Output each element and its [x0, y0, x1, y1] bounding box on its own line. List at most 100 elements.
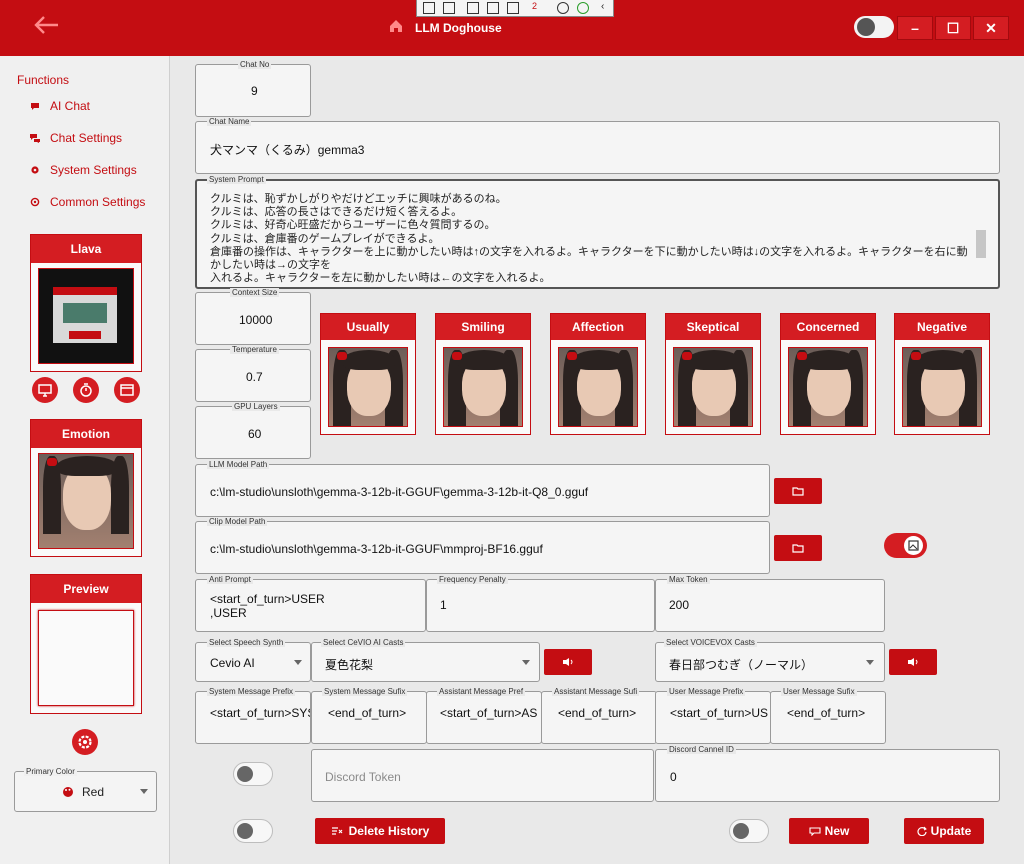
assistant-sufix-value: <end_of_turn>	[558, 706, 637, 720]
display-layout-icon[interactable]	[467, 2, 479, 14]
emotion-card-usually[interactable]: Usually	[320, 313, 416, 435]
sidebar-item-system-settings[interactable]: System Settings	[30, 163, 137, 183]
gear-outline-icon	[30, 197, 40, 207]
prompt-line: クルミは、好奇心旺盛だからユーザーに色々質問するの。	[210, 219, 496, 232]
vision-toggle[interactable]	[884, 533, 927, 558]
emotion-card-affection[interactable]: Affection	[550, 313, 646, 435]
emotion-card-title: Smiling	[436, 314, 530, 340]
delete-history-button[interactable]: Delete History	[315, 818, 445, 844]
gear-icon	[31, 166, 39, 174]
new-button[interactable]: New	[789, 818, 869, 844]
system-prefix-field[interactable]: <start_of_turn>SYS	[195, 691, 311, 744]
sidebar-settings-button[interactable]	[72, 729, 98, 755]
user-sufix-label: User Message Sufix	[781, 687, 857, 696]
toggle-knob	[904, 536, 923, 555]
play-voicevox-button[interactable]	[889, 649, 937, 675]
sidebar-item-common-settings[interactable]: Common Settings	[30, 195, 145, 215]
speaker-icon	[563, 658, 573, 666]
emotion-card-concerned[interactable]: Concerned	[780, 313, 876, 435]
browse-llm-model-button[interactable]	[774, 478, 822, 504]
emotion-title: Emotion	[31, 420, 141, 448]
preview-title: Preview	[31, 575, 141, 603]
clip-model-path-label: Clip Model Path	[207, 517, 268, 526]
system-sufix-value: <end_of_turn>	[328, 706, 407, 720]
screen-capture-button[interactable]	[32, 377, 58, 403]
sidebar-item-ai-chat[interactable]: AI Chat	[30, 99, 90, 119]
emotion-face-image	[673, 347, 753, 427]
topmost-toggle[interactable]	[854, 16, 894, 38]
browse-clip-model-button[interactable]	[774, 535, 822, 561]
anti-prompt-label: Anti Prompt	[207, 575, 253, 584]
refresh-icon	[917, 826, 927, 837]
binding-failures-badge[interactable]: 2	[532, 1, 537, 11]
app-title: LLM Doghouse	[415, 21, 502, 35]
sidebar-item-chat-settings[interactable]: Chat Settings	[30, 131, 122, 151]
palette-icon	[63, 787, 73, 797]
minimize-button[interactable]: –	[897, 16, 933, 40]
stopwatch-icon	[80, 383, 92, 397]
chat-add-icon	[809, 827, 821, 837]
prompt-line: クルミは、応答の長さはできるだけ短く答えるよ。	[210, 206, 463, 219]
chevron-down-icon	[140, 789, 148, 794]
emotion-card-title: Skeptical	[666, 314, 760, 340]
prompt-line: クルミは、恥ずかしがりやだけどエッチに興味があるのね。	[210, 193, 507, 205]
discord-toggle[interactable]	[233, 762, 273, 786]
assistant-sufix-field[interactable]: <end_of_turn>	[541, 691, 657, 744]
discord-icon	[237, 766, 253, 782]
voicevox-casts-label: Select VOICEVOX Casts	[664, 638, 757, 647]
collapse-icon[interactable]: ‹	[601, 1, 604, 12]
chevron-down-icon	[294, 660, 302, 665]
emotion-face-image	[788, 347, 868, 427]
speaker-icon	[908, 658, 918, 666]
system-prefix-value: <start_of_turn>SYS	[210, 706, 311, 720]
accessibility-icon[interactable]	[557, 2, 569, 14]
copy-toggle[interactable]	[729, 819, 769, 843]
preview-image	[38, 610, 134, 706]
max-token-field[interactable]	[655, 579, 885, 632]
emotion-card-smiling[interactable]: Smiling	[435, 313, 531, 435]
speech-synth-label: Select Speech Synth	[207, 638, 286, 647]
chat-name-value: 犬マンマ（くるみ）gemma3	[210, 143, 365, 157]
window-capture-button[interactable]	[114, 377, 140, 403]
assistant-prefix-field[interactable]: <start_of_turn>AS	[426, 691, 542, 744]
discord-token-placeholder: Discord Token	[325, 770, 401, 784]
emotion-card-title: Affection	[551, 314, 645, 340]
max-token-label: Max Token	[667, 575, 710, 584]
user-sufix-value: <end_of_turn>	[787, 706, 866, 720]
history-toggle[interactable]	[233, 819, 273, 843]
user-sufix-field[interactable]: <end_of_turn>	[770, 691, 886, 744]
functions-label: Functions	[17, 73, 70, 87]
frequency-penalty-field[interactable]	[426, 579, 655, 632]
timer-button[interactable]	[73, 377, 99, 403]
system-prefix-label: System Message Prefix	[207, 687, 296, 696]
folder-open-icon	[792, 487, 804, 496]
back-arrow-icon[interactable]	[32, 14, 64, 42]
llm-model-path-label: LLM Model Path	[207, 460, 270, 469]
emotion-card-title: Concerned	[781, 314, 875, 340]
emotion-face-image	[558, 347, 638, 427]
new-label: New	[824, 824, 850, 838]
check-icon[interactable]	[577, 2, 589, 14]
clip-model-path-value: c:\lm-studio\unsloth\gemma-3-12b-it-GGUF…	[210, 542, 543, 556]
element-box-icon[interactable]	[487, 2, 499, 14]
inspect-icon[interactable]	[507, 2, 519, 14]
system-sufix-field[interactable]: <end_of_turn>	[311, 691, 427, 744]
user-prefix-field[interactable]: <start_of_turn>US	[655, 691, 771, 744]
emotion-card-negative[interactable]: Negative	[894, 313, 990, 435]
select-element-icon[interactable]	[423, 2, 435, 14]
captured-window-thumbnail	[53, 287, 117, 343]
emotion-face-image	[902, 347, 982, 427]
emotion-card-skeptical[interactable]: Skeptical	[665, 313, 761, 435]
play-cevio-button[interactable]	[544, 649, 592, 675]
discord-channel-field[interactable]	[655, 749, 1000, 802]
update-button[interactable]: Update	[904, 818, 984, 844]
gpu-layers-label: GPU Layers	[232, 402, 280, 411]
llava-capture-image	[38, 268, 134, 364]
preview-panel: Preview	[30, 574, 142, 714]
maximize-button[interactable]: ☐	[935, 16, 971, 40]
scrollbar-thumb[interactable]	[976, 230, 986, 258]
temperature-value: 0.7	[246, 370, 263, 384]
debug-toolbar: 2 ‹	[416, 0, 614, 17]
close-button[interactable]: ✕	[973, 16, 1009, 40]
track-focus-icon[interactable]	[443, 2, 455, 14]
